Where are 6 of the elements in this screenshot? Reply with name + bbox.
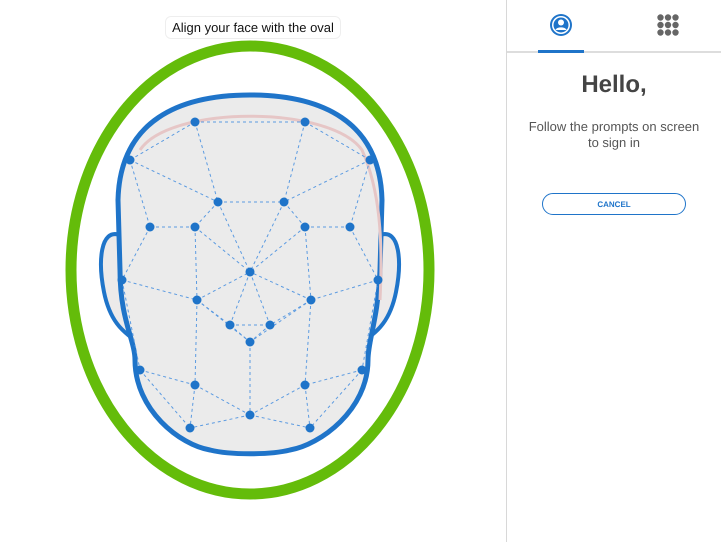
cancel-button[interactable]: CANCEL xyxy=(542,193,686,215)
alignment-prompt: Align your face with the oval xyxy=(165,16,341,39)
greeting-heading: Hello, xyxy=(581,71,647,99)
person-icon xyxy=(548,13,572,37)
sign-in-instructions: Follow the prompts on screen to sign in xyxy=(528,119,700,151)
keypad-icon xyxy=(656,14,678,36)
